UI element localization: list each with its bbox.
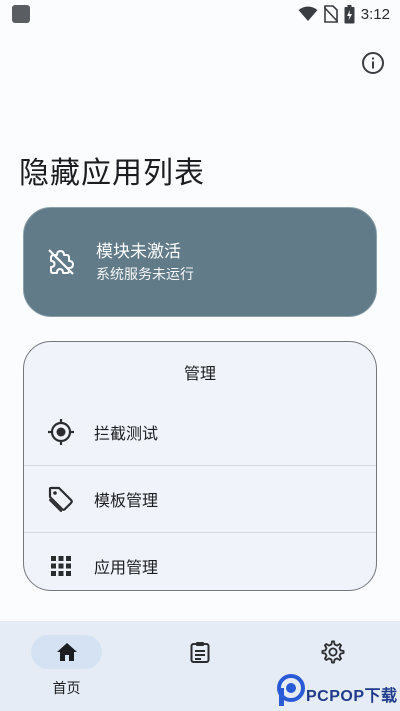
extension-off-icon xyxy=(46,247,76,277)
pcpop-logo-icon xyxy=(277,674,305,706)
nav-home[interactable]: 首页 xyxy=(31,635,111,705)
status-bar: 3:12 xyxy=(0,0,400,28)
no-sim-icon xyxy=(323,5,338,23)
manage-item-intercept-test[interactable]: 拦截测试 xyxy=(24,398,376,465)
status-time: 3:12 xyxy=(360,5,390,23)
manage-item-label: 应用管理 xyxy=(94,558,159,577)
page-title: 隐藏应用列表 xyxy=(19,156,205,191)
apps-grid-icon xyxy=(46,551,76,581)
manage-item-label: 拦截测试 xyxy=(94,423,159,443)
notification-icon xyxy=(12,5,30,23)
tag-icon xyxy=(46,484,76,514)
module-status-text: 模块未激活 系统服务未运行 xyxy=(96,241,194,286)
watermark-text: PCPOP下载 xyxy=(306,688,398,705)
module-status-title: 模块未激活 xyxy=(96,242,181,262)
manage-item-template[interactable]: 模板管理 xyxy=(24,465,376,532)
clipboard-icon xyxy=(190,642,210,663)
nav-active-indicator xyxy=(31,635,102,669)
battery-icon xyxy=(344,4,355,23)
info-icon xyxy=(362,52,384,74)
gps-target-icon xyxy=(46,417,76,447)
status-icons: 3:12 xyxy=(298,4,390,24)
manage-item-label: 模板管理 xyxy=(94,491,159,510)
info-button[interactable] xyxy=(360,50,386,76)
wifi-icon xyxy=(298,6,318,21)
manage-header: 管理 xyxy=(183,364,216,383)
nav-logs[interactable] xyxy=(165,635,245,705)
watermark-logo: PCPOP下载 xyxy=(276,674,400,711)
settings-icon xyxy=(321,640,345,664)
module-status-card[interactable]: 模块未激活 系统服务未运行 xyxy=(23,207,377,317)
home-icon xyxy=(56,643,77,661)
manage-card: 管理 拦截测试 模板管理 应用管理 xyxy=(23,341,377,591)
nav-home-label: 首页 xyxy=(52,681,81,697)
manage-item-apps[interactable]: 应用管理 xyxy=(24,532,376,590)
module-status-subtitle: 系统服务未运行 xyxy=(96,267,194,283)
